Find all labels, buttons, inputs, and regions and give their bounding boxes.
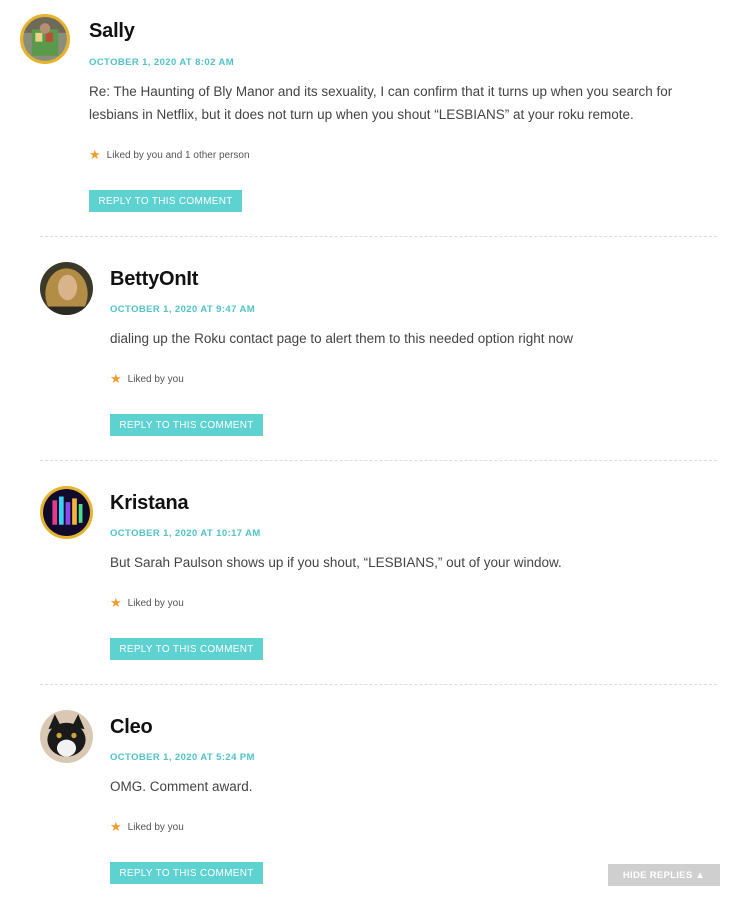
star-icon: ★ [110,595,122,610]
likes-text: Liked by you [127,821,184,833]
avatar-sally[interactable] [20,14,70,64]
comment-text: But Sarah Paulson shows up if you shout,… [110,555,562,570]
reply-button[interactable]: REPLY TO THIS COMMENT [110,862,263,884]
comment-author[interactable]: BettyOnIt [110,268,198,291]
likes-info: ★ Liked by you [110,819,184,835]
comment-text: Re: The Haunting of Bly Manor and its se… [89,84,673,122]
hide-replies-button[interactable]: HIDE REPLIES ▲ [608,864,720,886]
likes-text: Liked by you [127,597,184,609]
star-icon: ★ [110,371,122,386]
comment-date[interactable]: OCTOBER 1, 2020 AT 8:02 AM [89,57,234,68]
reply-button[interactable]: REPLY TO THIS COMMENT [110,638,263,660]
comment-date[interactable]: OCTOBER 1, 2020 AT 5:24 PM [110,752,255,763]
avatar-cleo[interactable] [40,710,93,763]
comment-author[interactable]: Kristana [110,492,189,515]
likes-info: ★ Liked by you and 1 other person [89,147,250,163]
comment-divider [40,684,717,685]
likes-text: Liked by you [127,373,184,385]
comment-divider [40,236,717,237]
avatar-kristana[interactable] [40,486,93,539]
comment-date[interactable]: OCTOBER 1, 2020 AT 10:17 AM [110,528,261,539]
comment-text: dialing up the Roku contact page to aler… [110,331,574,346]
avatar-bettyonit[interactable] [40,262,93,315]
comment-author[interactable]: Cleo [110,716,153,739]
likes-info: ★ Liked by you [110,595,184,611]
likes-info: ★ Liked by you [110,371,184,387]
likes-text: Liked by you and 1 other person [106,149,250,161]
comment-text: OMG. Comment award. [110,779,253,794]
reply-button[interactable]: REPLY TO THIS COMMENT [89,190,242,212]
star-icon: ★ [110,819,122,834]
star-icon: ★ [89,147,101,162]
comment-divider [40,460,717,461]
comment-date[interactable]: OCTOBER 1, 2020 AT 9:47 AM [110,304,255,315]
reply-button[interactable]: REPLY TO THIS COMMENT [110,414,263,436]
comment-author[interactable]: Sally [89,20,135,43]
